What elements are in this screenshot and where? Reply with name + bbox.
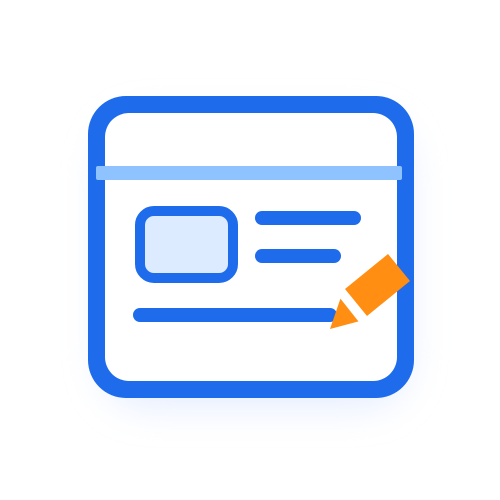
- thumbnail-box: [135, 206, 238, 283]
- icon-canvas: [0, 0, 500, 500]
- header-divider: [96, 166, 402, 180]
- edit-card-icon: [88, 96, 414, 408]
